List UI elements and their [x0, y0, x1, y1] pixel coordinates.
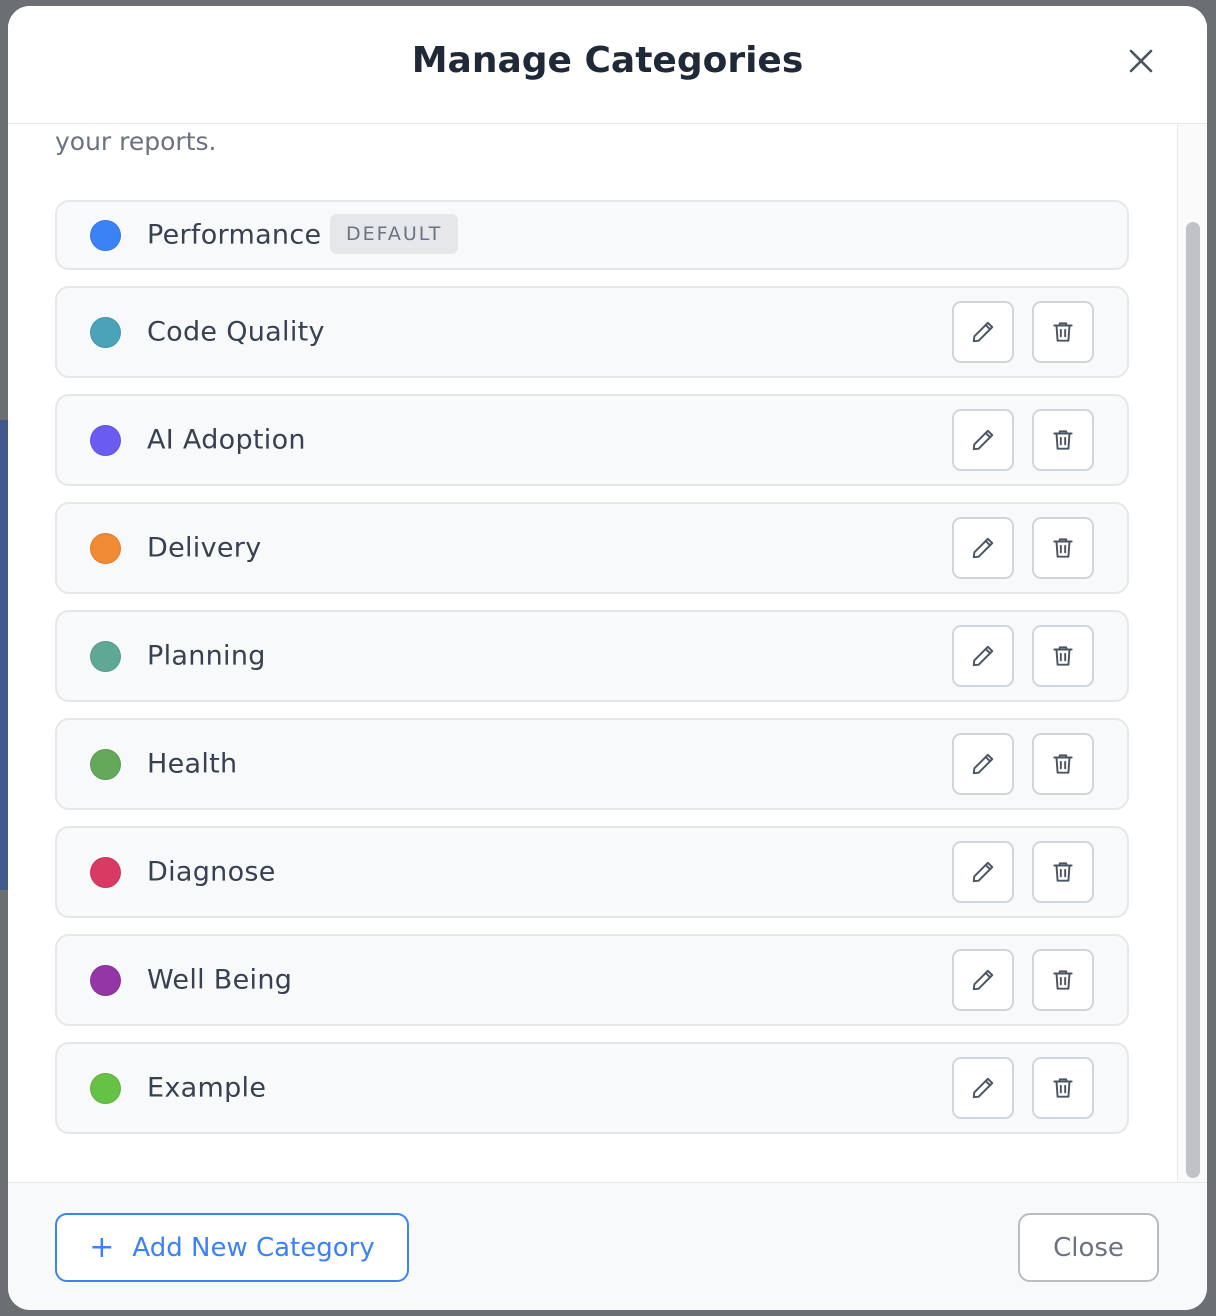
category-name: Performance: [147, 219, 322, 251]
edit-category-button[interactable]: [952, 301, 1014, 363]
category-name: Well Being: [147, 964, 293, 996]
pencil-icon: [970, 967, 996, 993]
add-new-category-button[interactable]: + Add New Category: [55, 1213, 409, 1282]
category-color-dot: [90, 856, 121, 888]
delete-category-button[interactable]: [1032, 409, 1094, 471]
category-color-dot: [90, 316, 121, 348]
modal-body[interactable]: your reports. Performance DEFAULT Code Qua…: [8, 124, 1207, 1182]
pencil-icon: [970, 751, 996, 777]
trash-icon: [1050, 1075, 1076, 1101]
delete-category-button[interactable]: [1032, 517, 1094, 579]
default-badge: DEFAULT: [330, 214, 459, 254]
pencil-icon: [970, 535, 996, 561]
pencil-icon: [970, 319, 996, 345]
category-row: Planning: [55, 610, 1129, 702]
category-color-dot: [90, 532, 121, 564]
edit-category-button[interactable]: [952, 409, 1014, 471]
manage-categories-modal: Manage Categories your reports. Performa…: [8, 6, 1207, 1310]
category-row: Delivery: [55, 502, 1129, 594]
intro-text: your reports.: [55, 127, 217, 156]
trash-icon: [1050, 859, 1076, 885]
modal-title: Manage Categories: [411, 40, 804, 81]
delete-category-button[interactable]: [1032, 949, 1094, 1011]
modal-header: Manage Categories: [8, 6, 1207, 124]
trash-icon: [1050, 535, 1076, 561]
add-new-category-label: Add New Category: [132, 1232, 375, 1263]
delete-category-button[interactable]: [1032, 841, 1094, 903]
category-name: Code Quality: [147, 316, 325, 348]
edit-category-button[interactable]: [952, 625, 1014, 687]
category-color-dot: [90, 219, 121, 251]
pencil-icon: [970, 427, 996, 453]
pencil-icon: [970, 643, 996, 669]
edit-category-button[interactable]: [952, 841, 1014, 903]
category-name: Diagnose: [147, 856, 276, 888]
edit-category-button[interactable]: [952, 949, 1014, 1011]
trash-icon: [1050, 319, 1076, 345]
delete-category-button[interactable]: [1032, 625, 1094, 687]
modal-footer: + Add New Category Close: [8, 1182, 1207, 1310]
delete-category-button[interactable]: [1032, 733, 1094, 795]
category-row: Code Quality: [55, 286, 1129, 378]
scrollbar[interactable]: [1177, 124, 1207, 1182]
close-icon: [1129, 49, 1153, 73]
category-color-dot: [90, 748, 121, 780]
category-row: Diagnose: [55, 826, 1129, 918]
category-color-dot: [90, 964, 121, 996]
category-color-dot: [90, 424, 121, 456]
trash-icon: [1050, 427, 1076, 453]
delete-category-button[interactable]: [1032, 301, 1094, 363]
trash-icon: [1050, 967, 1076, 993]
edit-category-button[interactable]: [952, 733, 1014, 795]
category-row: AI Adoption: [55, 394, 1129, 486]
category-color-dot: [90, 640, 121, 672]
category-name: Example: [147, 1072, 267, 1104]
pencil-icon: [970, 1075, 996, 1101]
plus-icon: +: [89, 1229, 115, 1265]
category-name: AI Adoption: [147, 424, 306, 456]
category-name: Planning: [147, 640, 266, 672]
category-row: Example: [55, 1042, 1129, 1134]
close-button-label: Close: [1053, 1232, 1124, 1263]
category-name: Health: [147, 748, 238, 780]
edit-category-button[interactable]: [952, 517, 1014, 579]
delete-category-button[interactable]: [1032, 1057, 1094, 1119]
category-list: Performance DEFAULT Code Quality AI Adoptio…: [55, 200, 1129, 1150]
category-row: Health: [55, 718, 1129, 810]
category-row: Well Being: [55, 934, 1129, 1026]
close-button[interactable]: Close: [1018, 1213, 1159, 1282]
edit-category-button[interactable]: [952, 1057, 1014, 1119]
trash-icon: [1050, 643, 1076, 669]
category-row: Performance DEFAULT: [55, 200, 1129, 270]
category-color-dot: [90, 1072, 121, 1104]
category-name: Delivery: [147, 532, 262, 564]
trash-icon: [1050, 751, 1076, 777]
scrollbar-thumb[interactable]: [1186, 222, 1200, 1178]
pencil-icon: [970, 859, 996, 885]
close-x-button[interactable]: [1124, 44, 1158, 78]
